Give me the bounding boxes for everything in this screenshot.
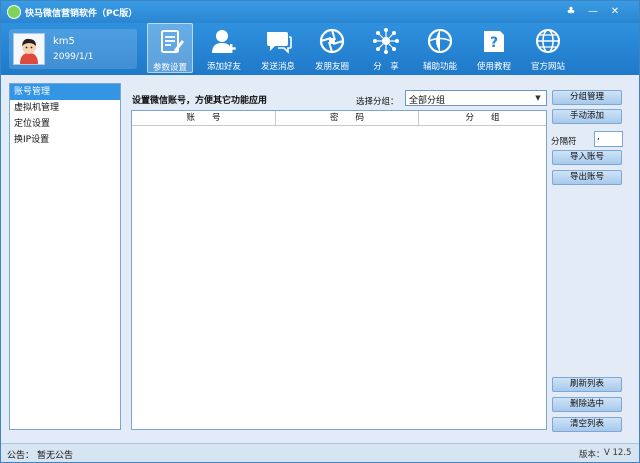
nav-add-friend[interactable]: 添加好友 bbox=[201, 23, 247, 73]
clear-list-button[interactable]: 清空列表 bbox=[552, 417, 622, 432]
manual-add-button[interactable]: 手动添加 bbox=[552, 109, 622, 124]
nav-label: 辅助功能 bbox=[422, 62, 457, 72]
notice-text: 暂无公告 bbox=[37, 451, 74, 461]
notice-label: 公告： bbox=[7, 451, 35, 461]
column-header-group[interactable]: 分 组 bbox=[419, 111, 546, 126]
user-info: km5 2099/1/1 bbox=[9, 29, 137, 69]
column-header-password[interactable]: 密 码 bbox=[276, 111, 419, 126]
separator-input[interactable]: , bbox=[594, 131, 623, 147]
globe-icon bbox=[536, 29, 560, 53]
nav-label: 官方网站 bbox=[530, 62, 565, 72]
sidebar-item-vm-management[interactable]: 虚拟机管理 bbox=[10, 100, 120, 116]
user-name: km5 bbox=[53, 36, 75, 47]
user-expiry-date: 2099/1/1 bbox=[53, 52, 94, 62]
sidebar: 账号管理 虚拟机管理 定位设置 换IP设置 bbox=[9, 83, 121, 430]
group-manage-button[interactable]: 分组管理 bbox=[552, 90, 622, 105]
nav-label: 发送消息 bbox=[260, 62, 295, 72]
minimize-button[interactable]: — bbox=[585, 4, 601, 20]
delete-selected-button[interactable]: 删除选中 bbox=[552, 397, 622, 412]
add-user-icon bbox=[212, 30, 236, 53]
nav-send-message[interactable]: 发送消息 bbox=[255, 23, 301, 73]
app-window: 快马微信营销软件（PC版） ♣ — ✕ km5 2099/1/1 参数设置 添加… bbox=[0, 0, 640, 463]
column-header-account[interactable]: 账 号 bbox=[132, 111, 276, 126]
group-select[interactable]: 全部分组 ▼ bbox=[405, 90, 547, 106]
title-bar[interactable]: 快马微信营销软件（PC版） ♣ — ✕ bbox=[1, 1, 639, 23]
main-nav: 参数设置 添加好友 发送消息 发朋友圈 分 享 辅助功能 ? 使用教程 官方网站 bbox=[147, 23, 579, 75]
page-hint: 设置微信账号，方便其它功能应用 bbox=[132, 96, 268, 106]
sidebar-item-account-management[interactable]: 账号管理 bbox=[10, 84, 120, 100]
version-label: 版本： bbox=[579, 450, 605, 460]
share-icon bbox=[373, 28, 399, 54]
export-accounts-button[interactable]: 导出账号 bbox=[552, 170, 622, 185]
nav-label: 参数设置 bbox=[152, 63, 187, 73]
nav-official-site[interactable]: 官方网站 bbox=[525, 23, 571, 73]
app-title: 快马微信营销软件（PC版） bbox=[25, 9, 138, 19]
version-value: V 12.5 bbox=[604, 448, 632, 458]
separator-label: 分隔符 bbox=[551, 137, 577, 147]
account-table[interactable]: 账 号 密 码 分 组 bbox=[131, 110, 547, 430]
avatar-icon bbox=[14, 34, 44, 64]
header-toolbar: km5 2099/1/1 参数设置 添加好友 发送消息 发朋友圈 分 享 辅助功… bbox=[1, 23, 639, 75]
assist-icon bbox=[427, 28, 453, 54]
import-accounts-button[interactable]: 导入账号 bbox=[552, 150, 622, 165]
nav-post-moments[interactable]: 发朋友圈 bbox=[309, 23, 355, 73]
group-select-label: 选择分组： bbox=[356, 97, 399, 107]
nav-tutorial[interactable]: ? 使用教程 bbox=[471, 23, 517, 73]
nav-share[interactable]: 分 享 bbox=[363, 23, 409, 73]
refresh-list-button[interactable]: 刷新列表 bbox=[552, 377, 622, 392]
tutorial-icon: ? bbox=[484, 31, 504, 52]
close-button[interactable]: ✕ bbox=[607, 4, 623, 20]
settings-doc-icon bbox=[161, 30, 184, 53]
status-bar: 公告： 暂无公告 版本： V 12.5 bbox=[1, 443, 639, 462]
nav-label: 发朋友圈 bbox=[314, 62, 349, 72]
svg-text:?: ? bbox=[490, 35, 498, 51]
group-select-value: 全部分组 bbox=[409, 96, 446, 106]
nav-label: 分 享 bbox=[373, 62, 399, 72]
nav-param-settings[interactable]: 参数设置 bbox=[147, 23, 193, 73]
chevron-down-icon[interactable]: ▼ bbox=[532, 92, 544, 104]
message-icon bbox=[267, 32, 292, 54]
nav-label: 使用教程 bbox=[476, 62, 511, 72]
app-logo-icon bbox=[7, 5, 21, 19]
sidebar-item-location-settings[interactable]: 定位设置 bbox=[10, 116, 120, 132]
nav-label: 添加好友 bbox=[206, 62, 241, 72]
table-header: 账 号 密 码 分 组 bbox=[132, 111, 546, 126]
avatar[interactable] bbox=[13, 33, 45, 65]
nav-assist[interactable]: 辅助功能 bbox=[417, 23, 463, 73]
sidebar-item-ip-settings[interactable]: 换IP设置 bbox=[10, 132, 120, 148]
skin-button[interactable]: ♣ bbox=[563, 4, 579, 20]
moments-icon bbox=[319, 28, 345, 54]
